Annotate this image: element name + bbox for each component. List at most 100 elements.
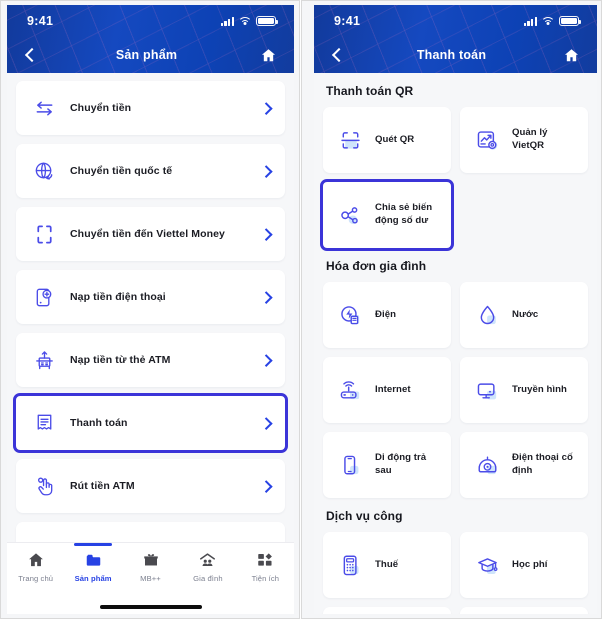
tile-label: Thuế: [375, 558, 399, 570]
left-navbar: Sản phẩm: [7, 37, 294, 73]
grid-icon: [256, 550, 274, 569]
atm-deposit-icon: [31, 347, 57, 373]
tile-quet-qr[interactable]: Quét QR: [323, 107, 451, 173]
list-item-label: Chuyển tiền quốc tế: [70, 165, 173, 177]
section-title-hoa-don: Hóa đơn gia đình: [326, 259, 427, 273]
water-drop-icon: [473, 301, 501, 329]
tile-nuoc[interactable]: Nước: [460, 282, 588, 348]
chevron-right-icon: [260, 354, 272, 366]
battery-full-icon: [559, 16, 582, 26]
cellular-signal-icon: [523, 16, 537, 26]
section-title-qr: Thanh toán QR: [326, 84, 414, 98]
right-navbar: Thanh toán: [314, 37, 597, 73]
list-item-label: Nạp tiền điện thoại: [70, 291, 166, 303]
phone-screen-payments: 9:41 Thanh toán Thanh toán QR Quét QR Qu…: [301, 0, 602, 619]
television-icon: [473, 376, 501, 404]
chevron-right-icon: [260, 417, 272, 429]
tile-label: Quản lý VietQR: [512, 127, 548, 151]
tile-partial-left[interactable]: [323, 607, 451, 614]
list-item-rut-tien-atm[interactable]: Rút tiền ATM: [16, 459, 285, 513]
list-item-chuyen-tien-quoc-te[interactable]: Chuyển tiền quốc tế: [16, 144, 285, 198]
tile-label: Quét QR: [375, 133, 415, 145]
list-item-thanh-toan[interactable]: Thanh toán: [13, 393, 288, 453]
tile-truyen-hinh[interactable]: Truyền hình: [460, 357, 588, 423]
left-status-bar: 9:41: [7, 5, 294, 37]
section-title-dich-vu-cong: Dịch vụ công: [326, 509, 403, 523]
tile-label: Điện thoại cố định: [512, 452, 573, 476]
folder-icon: [84, 550, 103, 569]
share-network-icon: [336, 201, 364, 229]
tile-chia-se-bien-dong-so-du[interactable]: Chia sẻ biến động số dư: [320, 179, 454, 251]
mobile-postpaid-icon: [336, 451, 364, 479]
tile-label: Điện: [375, 308, 396, 320]
tile-hoc-phi[interactable]: Học phí: [460, 532, 588, 598]
list-item-label: Nạp tiền từ thẻ ATM: [70, 354, 171, 366]
home-icon[interactable]: [561, 45, 581, 65]
tab-label: Trang chủ: [18, 574, 54, 583]
tile-label: Chia sẻ biến động số dư: [375, 202, 433, 226]
wifi-icon: [542, 16, 554, 26]
tile-label: Học phí: [512, 558, 548, 570]
status-time: 9:41: [27, 14, 54, 28]
chevron-left-icon[interactable]: [21, 45, 41, 65]
receipt-icon: [31, 410, 57, 436]
chart-gear-icon: [473, 126, 501, 154]
section-grid-qr: Quét QR Quản lý VietQR Chia sẻ biến động…: [320, 107, 588, 251]
list-item-label: Thanh toán: [70, 417, 128, 429]
tab-label: Tiện ích: [251, 574, 280, 583]
phone-screen-products: 9:41 Sản phẩm Chuyển tiền Chuyển tiền qu…: [0, 0, 301, 619]
tab-san-pham[interactable]: Sản phẩm: [64, 550, 121, 583]
product-list[interactable]: Chuyển tiền Chuyển tiền quốc tế Chuyển t…: [7, 73, 294, 542]
list-item-label: Chuyển tiền: [70, 102, 132, 114]
list-item-partial[interactable]: [16, 522, 285, 542]
tile-partial-right[interactable]: [460, 607, 588, 614]
payment-sections[interactable]: Thanh toán QR Quét QR Quản lý VietQR Chi…: [314, 73, 597, 614]
tab-trang-chu[interactable]: Trang chủ: [7, 550, 64, 583]
wifi-icon: [239, 16, 251, 26]
tile-label: Truyền hình: [512, 383, 567, 395]
tab-mb-plus-plus[interactable]: MB++: [122, 550, 179, 583]
chevron-right-icon: [260, 165, 272, 177]
list-item-label: Chuyển tiền đến Viettel Money: [70, 228, 225, 240]
home-icon[interactable]: [258, 45, 278, 65]
tile-label: Di động trả sau: [375, 452, 427, 476]
tile-thue[interactable]: Thuế: [323, 532, 451, 598]
cellular-signal-icon: [220, 16, 234, 26]
tile-internet[interactable]: Internet: [323, 357, 451, 423]
calculator-icon: [336, 551, 364, 579]
tile-quan-ly-vietqr[interactable]: Quản lý VietQR: [460, 107, 588, 173]
battery-full-icon: [256, 16, 279, 26]
qr-scan-icon: [336, 126, 364, 154]
status-time: 9:41: [334, 14, 361, 28]
phone-brackets-icon: [31, 221, 57, 247]
tab-tien-ich[interactable]: Tiện ích: [237, 550, 294, 583]
router-icon: [336, 376, 364, 404]
tab-gia-dinh[interactable]: Gia đình: [179, 550, 236, 583]
list-item-viettel-money[interactable]: Chuyển tiền đến Viettel Money: [16, 207, 285, 261]
bottom-tabbar[interactable]: Trang chủ Sản phẩm MB++ Gia đình Tiện íc…: [7, 542, 294, 600]
list-item-label: Rút tiền ATM: [70, 480, 135, 492]
tile-dien-thoai-co-dinh[interactable]: Điện thoại cố định: [460, 432, 588, 498]
tab-label: MB++: [140, 574, 161, 583]
tile-label: Nước: [512, 308, 539, 320]
list-item-chuyen-tien[interactable]: Chuyển tiền: [16, 81, 285, 135]
chevron-right-icon: [260, 102, 272, 114]
tile-dien[interactable]: Điện: [323, 282, 451, 348]
chevron-right-icon: [260, 228, 272, 240]
tab-label: Gia đình: [193, 574, 223, 583]
tab-label: Sản phẩm: [74, 574, 112, 583]
electricity-icon: [336, 301, 364, 329]
family-icon: [198, 550, 217, 569]
hand-tap-icon: [31, 473, 57, 499]
list-item-nap-tien-the-atm[interactable]: Nạp tiền từ thẻ ATM: [16, 333, 285, 387]
right-header: 9:41 Thanh toán: [314, 5, 597, 73]
chevron-left-icon[interactable]: [328, 45, 348, 65]
right-status-bar: 9:41: [314, 5, 597, 37]
tile-di-dong-tra-sau[interactable]: Di động trả sau: [323, 432, 451, 498]
home-icon: [27, 550, 45, 569]
dual-phone-mockup: 9:41 Sản phẩm Chuyển tiền Chuyển tiền qu…: [0, 0, 602, 619]
left-header: 9:41 Sản phẩm: [7, 5, 294, 73]
gift-icon: [142, 550, 160, 569]
list-item-nap-tien-dien-thoai[interactable]: Nạp tiền điện thoại: [16, 270, 285, 324]
transfer-arrows-icon: [31, 95, 57, 121]
